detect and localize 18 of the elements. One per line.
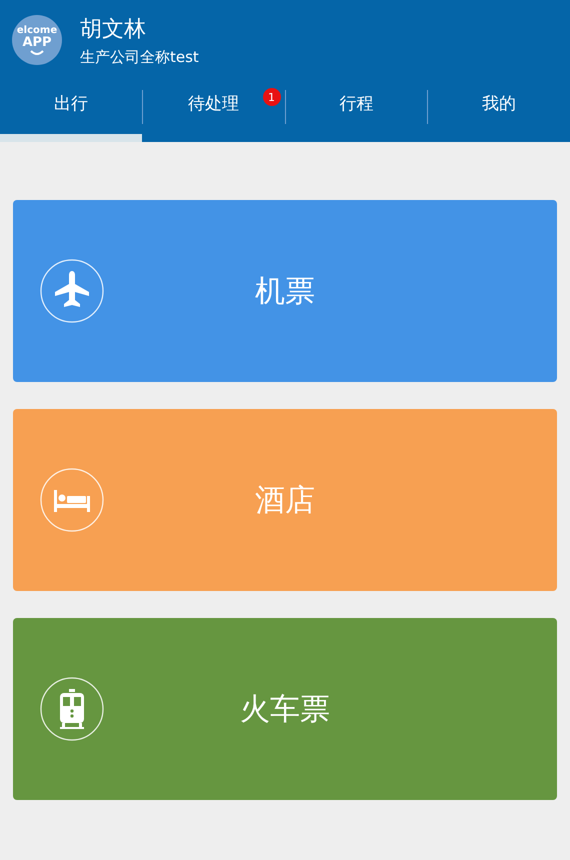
smile-icon	[30, 50, 44, 56]
logo-text: elcome	[16, 24, 58, 36]
company-name: 生产公司全称test	[80, 48, 199, 66]
notification-badge: 1	[262, 88, 280, 106]
tab[interactable]: 待处理 1	[142, 80, 284, 142]
bed-icon	[40, 468, 104, 532]
card-label: 火车票	[239, 690, 331, 728]
logo-text: APP	[22, 36, 52, 50]
train-icon	[40, 677, 104, 741]
card-label: 机票	[254, 272, 316, 310]
tab[interactable]: 行程	[286, 80, 428, 142]
user-name: 胡文林	[80, 16, 147, 44]
tab[interactable]: 出行	[0, 80, 142, 142]
service-card[interactable]: 机票	[13, 200, 557, 382]
plane-icon	[40, 259, 104, 323]
tab[interactable]: 我的	[428, 80, 570, 142]
service-card[interactable]: 火车票	[13, 618, 557, 800]
card-label: 酒店	[254, 482, 316, 520]
